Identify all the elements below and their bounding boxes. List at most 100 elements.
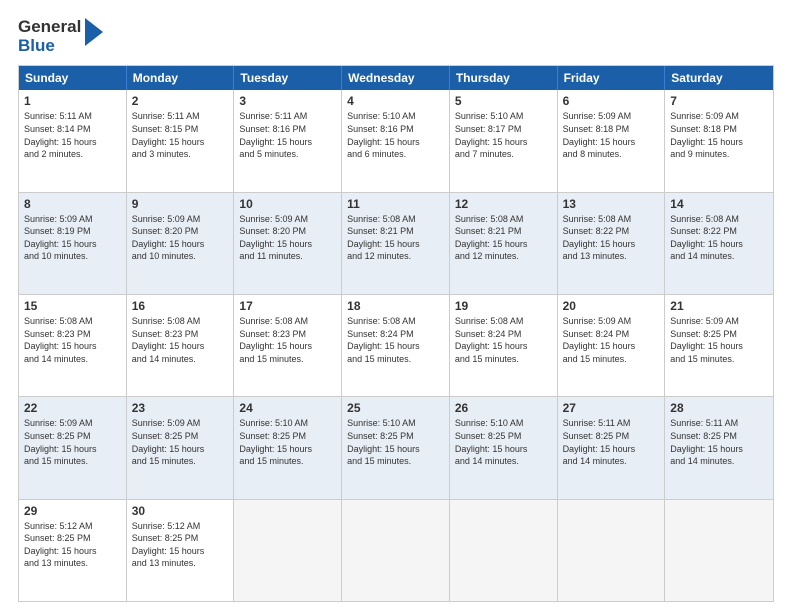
day-number: 5 xyxy=(455,94,552,108)
calendar-day-28: 28Sunrise: 5:11 AM Sunset: 8:25 PM Dayli… xyxy=(665,397,773,498)
header-day-tuesday: Tuesday xyxy=(234,66,342,90)
calendar-day-4: 4 Sunrise: 5:10 AM Sunset: 8:16 PM Daylig… xyxy=(342,90,450,191)
calendar-day-13: 13Sunrise: 5:08 AM Sunset: 8:22 PM Dayli… xyxy=(558,193,666,294)
calendar-day-12: 12Sunrise: 5:08 AM Sunset: 8:21 PM Dayli… xyxy=(450,193,558,294)
calendar-day-21: 21 Sunrise: 5:09 AM Sunset: 8:25 PM Dayli… xyxy=(665,295,773,396)
day-number: 20 xyxy=(563,299,660,313)
day-number: 17 xyxy=(239,299,336,313)
day-info: Sunrise: 5:08 AM Sunset: 8:24 PM Dayligh… xyxy=(347,315,444,365)
day-info: Sunrise: 5:12 AM Sunset: 8:25 PM Dayligh… xyxy=(24,520,121,570)
day-number: 2 xyxy=(132,94,229,108)
calendar-day-20: 20 Sunrise: 5:09 AM Sunset: 8:24 PM Dayli… xyxy=(558,295,666,396)
calendar-day-23: 23Sunrise: 5:09 AM Sunset: 8:25 PM Dayli… xyxy=(127,397,235,498)
day-number: 15 xyxy=(24,299,121,313)
day-info: Sunrise: 5:08 AM Sunset: 8:23 PM Dayligh… xyxy=(24,315,121,365)
day-number: 16 xyxy=(132,299,229,313)
header-day-wednesday: Wednesday xyxy=(342,66,450,90)
calendar-week-3: 15 Sunrise: 5:08 AM Sunset: 8:23 PM Dayli… xyxy=(19,295,773,397)
page: General Blue SundayMondayTuesdayWednesda… xyxy=(0,0,792,612)
calendar-body: 1 Sunrise: 5:11 AM Sunset: 8:14 PM Daylig… xyxy=(19,90,773,601)
calendar-day-2: 2 Sunrise: 5:11 AM Sunset: 8:15 PM Daylig… xyxy=(127,90,235,191)
day-number: 8 xyxy=(24,197,121,211)
calendar-day-27: 27 Sunrise: 5:11 AM Sunset: 8:25 PM Dayli… xyxy=(558,397,666,498)
calendar-day-18: 18 Sunrise: 5:08 AM Sunset: 8:24 PM Dayli… xyxy=(342,295,450,396)
day-info: Sunrise: 5:08 AM Sunset: 8:23 PM Dayligh… xyxy=(239,315,336,365)
calendar-day-9: 9 Sunrise: 5:09 AM Sunset: 8:20 PM Daylig… xyxy=(127,193,235,294)
day-info: Sunrise: 5:10 AM Sunset: 8:17 PM Dayligh… xyxy=(455,110,552,160)
day-info: Sunrise: 5:11 AM Sunset: 8:25 PM Dayligh… xyxy=(563,417,660,467)
header-day-monday: Monday xyxy=(127,66,235,90)
calendar-day-25: 25 Sunrise: 5:10 AM Sunset: 8:25 PM Dayli… xyxy=(342,397,450,498)
day-number: 18 xyxy=(347,299,444,313)
calendar-day-empty xyxy=(665,500,773,601)
day-info: Sunrise: 5:09 AM Sunset: 8:18 PM Dayligh… xyxy=(563,110,660,160)
day-number: 9 xyxy=(132,197,229,211)
day-number: 7 xyxy=(670,94,768,108)
day-info: Sunrise: 5:09 AM Sunset: 8:20 PM Dayligh… xyxy=(239,213,336,263)
calendar-day-8: 8 Sunrise: 5:09 AM Sunset: 8:19 PM Daylig… xyxy=(19,193,127,294)
calendar-day-26: 26 Sunrise: 5:10 AM Sunset: 8:25 PM Dayli… xyxy=(450,397,558,498)
calendar-week-4: 22 Sunrise: 5:09 AM Sunset: 8:25 PM Dayli… xyxy=(19,397,773,499)
day-number: 13 xyxy=(563,197,660,211)
calendar-day-24: 24 Sunrise: 5:10 AM Sunset: 8:25 PM Dayli… xyxy=(234,397,342,498)
day-info: Sunrise: 5:08 AM Sunset: 8:22 PM Dayligh… xyxy=(670,213,768,263)
day-number: 6 xyxy=(563,94,660,108)
day-info: Sunrise: 5:08 AM Sunset: 8:24 PM Dayligh… xyxy=(455,315,552,365)
calendar-day-15: 15 Sunrise: 5:08 AM Sunset: 8:23 PM Dayli… xyxy=(19,295,127,396)
day-number: 21 xyxy=(670,299,768,313)
day-info: Sunrise: 5:09 AM Sunset: 8:18 PM Dayligh… xyxy=(670,110,768,160)
day-info: Sunrise: 5:09 AM Sunset: 8:25 PM Dayligh… xyxy=(670,315,768,365)
day-info: Sunrise: 5:10 AM Sunset: 8:25 PM Dayligh… xyxy=(347,417,444,467)
day-number: 25 xyxy=(347,401,444,415)
logo-general-text: General xyxy=(18,18,81,37)
day-info: Sunrise: 5:10 AM Sunset: 8:25 PM Dayligh… xyxy=(455,417,552,467)
logo-blue-text: Blue xyxy=(18,37,81,56)
day-number: 24 xyxy=(239,401,336,415)
day-info: Sunrise: 5:09 AM Sunset: 8:25 PM Dayligh… xyxy=(24,417,121,467)
calendar-day-10: 10Sunrise: 5:09 AM Sunset: 8:20 PM Dayli… xyxy=(234,193,342,294)
day-info: Sunrise: 5:11 AM Sunset: 8:25 PM Dayligh… xyxy=(670,417,768,467)
calendar-day-3: 3Sunrise: 5:11 AM Sunset: 8:16 PM Daylig… xyxy=(234,90,342,191)
calendar-day-29: 29Sunrise: 5:12 AM Sunset: 8:25 PM Dayli… xyxy=(19,500,127,601)
calendar: SundayMondayTuesdayWednesdayThursdayFrid… xyxy=(18,65,774,602)
day-number: 14 xyxy=(670,197,768,211)
calendar-day-19: 19 Sunrise: 5:08 AM Sunset: 8:24 PM Dayli… xyxy=(450,295,558,396)
header-day-sunday: Sunday xyxy=(19,66,127,90)
calendar-day-empty xyxy=(234,500,342,601)
calendar-day-6: 6 Sunrise: 5:09 AM Sunset: 8:18 PM Daylig… xyxy=(558,90,666,191)
day-number: 23 xyxy=(132,401,229,415)
day-info: Sunrise: 5:08 AM Sunset: 8:21 PM Dayligh… xyxy=(347,213,444,263)
day-info: Sunrise: 5:10 AM Sunset: 8:25 PM Dayligh… xyxy=(239,417,336,467)
header-day-thursday: Thursday xyxy=(450,66,558,90)
calendar-day-30: 30Sunrise: 5:12 AM Sunset: 8:25 PM Dayli… xyxy=(127,500,235,601)
day-info: Sunrise: 5:11 AM Sunset: 8:16 PM Dayligh… xyxy=(239,110,336,160)
day-info: Sunrise: 5:09 AM Sunset: 8:24 PM Dayligh… xyxy=(563,315,660,365)
calendar-day-17: 17 Sunrise: 5:08 AM Sunset: 8:23 PM Dayli… xyxy=(234,295,342,396)
calendar-day-empty xyxy=(342,500,450,601)
day-number: 19 xyxy=(455,299,552,313)
calendar-week-2: 8 Sunrise: 5:09 AM Sunset: 8:19 PM Daylig… xyxy=(19,193,773,295)
header-day-saturday: Saturday xyxy=(665,66,773,90)
day-number: 26 xyxy=(455,401,552,415)
calendar-day-16: 16Sunrise: 5:08 AM Sunset: 8:23 PM Dayli… xyxy=(127,295,235,396)
day-info: Sunrise: 5:11 AM Sunset: 8:15 PM Dayligh… xyxy=(132,110,229,160)
calendar-day-7: 7 Sunrise: 5:09 AM Sunset: 8:18 PM Daylig… xyxy=(665,90,773,191)
day-info: Sunrise: 5:09 AM Sunset: 8:19 PM Dayligh… xyxy=(24,213,121,263)
day-number: 30 xyxy=(132,504,229,518)
day-number: 12 xyxy=(455,197,552,211)
logo: General Blue xyxy=(18,18,103,55)
day-info: Sunrise: 5:09 AM Sunset: 8:20 PM Dayligh… xyxy=(132,213,229,263)
day-number: 27 xyxy=(563,401,660,415)
calendar-day-empty xyxy=(450,500,558,601)
calendar-day-5: 5 Sunrise: 5:10 AM Sunset: 8:17 PM Daylig… xyxy=(450,90,558,191)
logo-arrow-icon xyxy=(85,18,103,51)
header-day-friday: Friday xyxy=(558,66,666,90)
day-number: 4 xyxy=(347,94,444,108)
day-info: Sunrise: 5:10 AM Sunset: 8:16 PM Dayligh… xyxy=(347,110,444,160)
header: General Blue xyxy=(18,18,774,55)
calendar-day-11: 11Sunrise: 5:08 AM Sunset: 8:21 PM Dayli… xyxy=(342,193,450,294)
day-number: 1 xyxy=(24,94,121,108)
day-number: 22 xyxy=(24,401,121,415)
calendar-week-5: 29Sunrise: 5:12 AM Sunset: 8:25 PM Dayli… xyxy=(19,500,773,601)
day-info: Sunrise: 5:11 AM Sunset: 8:14 PM Dayligh… xyxy=(24,110,121,160)
